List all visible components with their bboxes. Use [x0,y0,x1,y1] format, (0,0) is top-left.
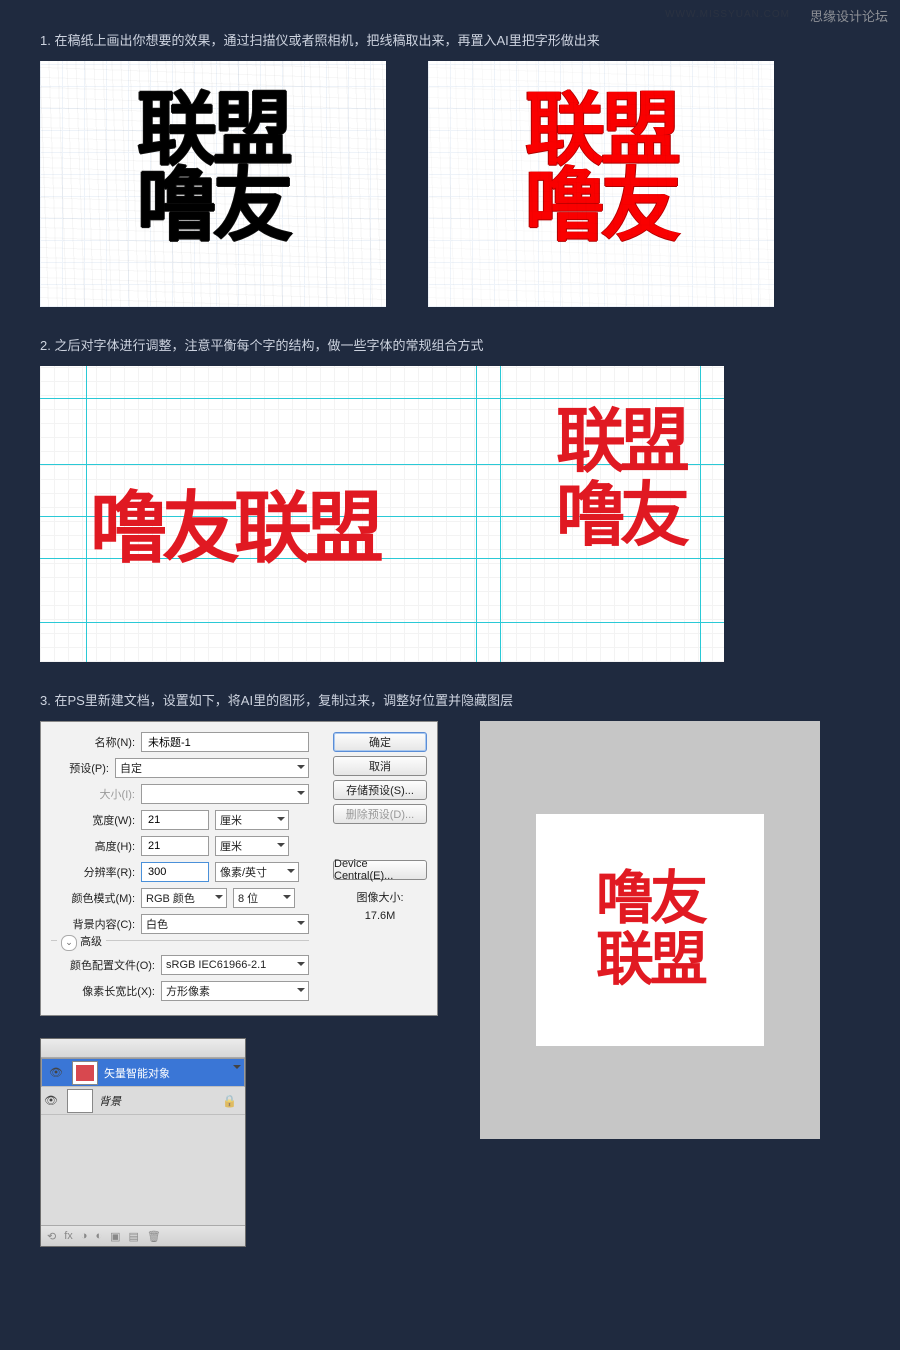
layers-footer[interactable]: ⟲ fx ◑ ◐ ▣ ▤ 🗑 [41,1225,245,1246]
width-unit-select[interactable]: 厘米 [215,810,289,830]
advanced-label: 高级 [80,936,102,948]
adjustment-icon[interactable]: ◐ [95,1230,102,1242]
device-central-button[interactable]: Device Central(E)... [333,860,427,880]
height-label: 高度(H): [51,838,135,854]
mask-icon[interactable]: ◑ [81,1230,88,1242]
artboard: 噜友 联盟 [536,814,764,1046]
name-input[interactable] [141,732,309,752]
ok-button[interactable]: 确定 [333,732,427,752]
size-select [141,784,309,804]
watermark-forum: 思缘设计论坛 [810,6,888,25]
aspect-label: 像素长宽比(X): [51,983,155,999]
profile-label: 颜色配置文件(O): [51,957,155,973]
color-mode-label: 颜色模式(M): [51,890,135,906]
resolution-unit-select[interactable]: 像素/英寸 [215,862,299,882]
step1-text: 1. 在稿纸上画出你想要的效果，通过扫描仪或者照相机，把线稿取出来，再置入AI里… [40,30,860,49]
layer2-name: 背景 [99,1093,121,1109]
aspect-select[interactable]: 方形像素 [161,981,309,1001]
sketch-row1: 联盟 [100,91,326,171]
save-preset-button[interactable]: 存储预设(S)... [333,780,427,800]
ai-artboard: 噜友联盟 联盟 噜友 [40,366,724,662]
lock-icon: 🔒 [222,1094,237,1108]
stack-a: 联盟 [556,406,684,480]
bit-depth-select[interactable]: 8 位 [233,888,295,908]
visibility-icon[interactable]: 👁 [46,1066,66,1079]
sketch-red-row1: 联盟 [488,91,714,171]
layer-thumb-icon [67,1089,93,1113]
preset-label: 预设(P): [51,760,109,776]
preset-select[interactable]: 自定 [115,758,309,778]
profile-select[interactable]: sRGB IEC61966-2.1 [161,955,309,975]
delete-preset-button: 删除预设(D)... [333,804,427,824]
sketch-red-image: 联盟 噜友 [428,61,774,307]
size-label: 大小(I): [51,786,135,802]
resolution-input[interactable] [141,862,209,882]
final-line1: 噜友 [596,869,704,930]
layer-background[interactable]: 👁 背景 🔒 [41,1087,245,1115]
type-horizontal: 噜友联盟 [90,466,378,578]
sketch-bw-image: 联盟 噜友 [40,61,386,307]
width-input[interactable] [141,810,209,830]
fx-icon[interactable]: fx [64,1230,73,1242]
type-stacked: 联盟 噜友 [556,406,684,553]
sketch-red-row2: 噜友 [488,167,714,247]
layers-panel: 👁 矢量智能对象 👁 背景 🔒 ⟲ fx ◑ ◐ ▣ ▤ 🗑 [40,1038,246,1247]
link-icon[interactable]: ⟲ [47,1230,56,1243]
sketch-row2: 噜友 [100,167,326,247]
step2-text: 2. 之后对字体进行调整，注意平衡每个字的结构，做一些字体的常规组合方式 [40,335,860,354]
width-label: 宽度(W): [51,812,135,828]
image-size-value: 17.6M [333,908,427,926]
resolution-label: 分辨率(R): [51,864,135,880]
layer1-name: 矢量智能对象 [104,1065,170,1081]
height-input[interactable] [141,836,209,856]
name-label: 名称(N): [51,734,135,750]
trash-icon[interactable]: 🗑 [147,1230,161,1243]
step3-text: 3. 在PS里新建文档，设置如下，将AI里的图形，复制过来，调整好位置并隐藏图层 [40,690,860,709]
new-layer-icon[interactable]: ▤ [129,1230,139,1243]
image-size-label: 图像大小: [333,890,427,908]
layer-thumb-icon [72,1061,98,1085]
cancel-button[interactable]: 取消 [333,756,427,776]
group-icon[interactable]: ▣ [110,1230,120,1243]
watermark-url: WWW.MISSYUAN.COM [665,9,790,20]
bg-select[interactable]: 白色 [141,914,309,934]
layers-tabs[interactable] [41,1039,245,1058]
stack-b: 噜友 [556,480,684,554]
layer-smart-object[interactable]: 👁 矢量智能对象 [41,1058,245,1087]
final-line2: 联盟 [596,930,704,991]
advanced-toggle-icon[interactable]: ⌄ [61,935,77,951]
height-unit-select[interactable]: 厘米 [215,836,289,856]
visibility-icon[interactable]: 👁 [41,1094,61,1107]
color-mode-select[interactable]: RGB 颜色 [141,888,227,908]
canvas-preview: 噜友 联盟 [480,721,820,1139]
bg-label: 背景内容(C): [51,916,135,932]
new-document-dialog: 确定 取消 存储预设(S)... 删除预设(D)... Device Centr… [40,721,438,1016]
